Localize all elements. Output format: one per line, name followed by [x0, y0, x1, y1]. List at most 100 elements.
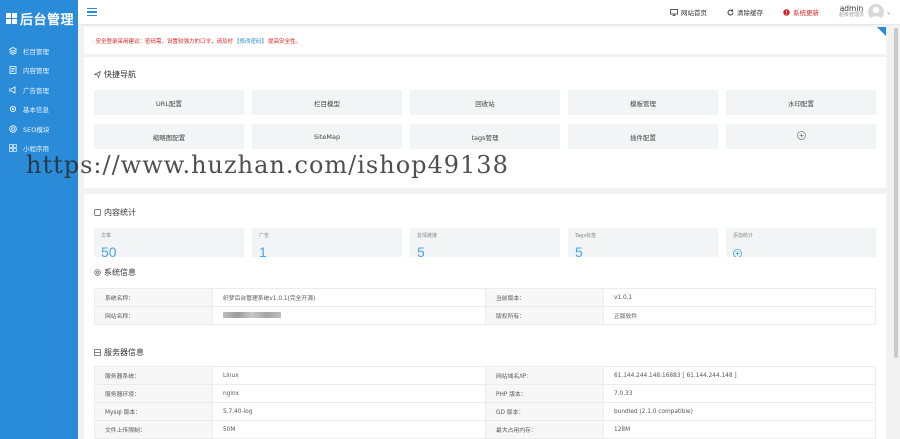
- grid-icon: [8, 144, 17, 153]
- user-role: 超级管理员: [838, 12, 864, 19]
- user-info: admin 超级管理员: [838, 4, 864, 19]
- megaphone-icon: [8, 85, 17, 94]
- info-value: 50M: [212, 420, 486, 439]
- sidebar-item-label: 内容管理: [23, 67, 49, 76]
- info-value: bundled (2.1.0 compatible): [603, 402, 876, 421]
- info-value: nginx: [212, 384, 486, 403]
- quick-nav-title: 快捷导航: [94, 69, 136, 80]
- server-icon: [94, 349, 101, 356]
- info-key: 服务器系统：: [94, 366, 213, 385]
- table-row: 系统名称： 织梦后台管理系统v1.0.1(完全开源) 当前版本： v1.0.1: [94, 288, 876, 307]
- system-info-title: 系统信息: [94, 267, 136, 278]
- table-row: 文件上传限制： 50M 最大占用内存： 128M: [94, 420, 876, 439]
- info-value: 织梦后台管理系统v1.0.1(完全开源): [212, 288, 486, 307]
- change-password-link[interactable]: 【修改密码】: [234, 37, 267, 45]
- quick-nav-add-button[interactable]: [726, 124, 876, 149]
- clear-cache-label: 清除缓存: [736, 9, 763, 17]
- notice-text: · 安全登录采用建议：密码需，设置较强力的口令，请及时: [92, 38, 233, 45]
- sidebar-item-column[interactable]: 栏目管理: [0, 41, 78, 61]
- sidebar-nav: 栏目管理 内容管理 广告管理 基本信息 SEO模块 小程序用: [0, 41, 78, 158]
- server-info-table: 服务器系统： Linux 网站域名/IP： 61.144.244.148:168…: [94, 366, 876, 439]
- system-update-link[interactable]: 系统更新: [783, 7, 819, 17]
- settings-icon: [94, 269, 101, 276]
- gear-icon: [8, 105, 17, 114]
- quick-nav-thumbnail-config[interactable]: 缩略图配置: [94, 124, 244, 149]
- site-home-label: 网站首页: [680, 9, 707, 17]
- table-row: 服务器系统： Linux 网站域名/IP： 61.144.244.148:168…: [94, 366, 876, 385]
- notice-text-end: 提高安全性。: [268, 38, 302, 45]
- logo-icon: [6, 12, 17, 24]
- info-value: v1.0.1: [603, 288, 876, 307]
- chevron-down-icon: ⌄: [885, 8, 891, 16]
- document-icon: [8, 66, 17, 75]
- quick-nav-sitemap[interactable]: SiteMap: [252, 124, 402, 149]
- server-info-title: 服务器信息: [94, 347, 144, 358]
- monitor-icon: [670, 8, 678, 16]
- table-row: Mysql 版本： 5.7.40-log GD 版本： bundled (2.1…: [94, 402, 876, 421]
- quick-nav-grid: URL配置 栏目模型 回收站 模板管理 水印配置 缩略图配置 SiteMap t…: [94, 90, 876, 149]
- quick-nav-template-manage[interactable]: 模板管理: [568, 90, 718, 115]
- watermark-text: https://www.huzhan.com/ishop49138: [26, 151, 509, 179]
- stat-label: Tags标签: [575, 233, 597, 239]
- logo[interactable]: 后台管理: [0, 0, 78, 36]
- info-key: 文件上传限制：: [94, 420, 213, 439]
- quick-nav-recycle-bin[interactable]: 回收站: [410, 90, 560, 115]
- info-value-blurred: [212, 306, 486, 325]
- system-info-panel: 系统信息 系统名称： 织梦后台管理系统v1.0.1(完全开源) 当前版本： v1…: [84, 257, 886, 439]
- vertical-scrollbar[interactable]: [894, 28, 898, 358]
- topbar-actions: 网站首页 清除缓存 系统更新 admin 超级管理员 ⌄: [670, 0, 900, 25]
- quick-nav-watermark-config[interactable]: 水印配置: [726, 90, 876, 115]
- info-value: 正版软件: [603, 306, 876, 325]
- sidebar: 后台管理 栏目管理 内容管理 广告管理 基本信息 SEO模块 小程序用: [0, 0, 78, 439]
- layers-icon: [8, 46, 17, 55]
- info-key: 系统名称：: [94, 288, 213, 307]
- stat-label: 文章: [101, 233, 112, 239]
- quick-nav-tags-manage[interactable]: tags管理: [410, 124, 560, 149]
- info-value: 7.0.33: [603, 384, 876, 403]
- user-avatar-icon: [869, 6, 882, 20]
- sidebar-item-seo[interactable]: SEO模块: [0, 119, 78, 139]
- corner-flag-icon: [877, 27, 886, 36]
- info-value: 5.7.40-log: [212, 402, 486, 421]
- info-key: GD 版本：: [485, 402, 604, 421]
- topbar: 网站首页 清除缓存 系统更新 admin 超级管理员 ⌄: [78, 0, 900, 25]
- user-menu[interactable]: admin 超级管理员 ⌄: [839, 4, 891, 20]
- chart-box-icon: [94, 209, 101, 216]
- info-key: PHP 版本：: [485, 384, 604, 403]
- system-update-label: 系统更新: [792, 9, 819, 17]
- table-row: 网站名称： 版权所有： 正版软件: [94, 306, 876, 325]
- info-key: 网站域名/IP：: [485, 366, 604, 385]
- add-circle-icon: [796, 131, 806, 142]
- stat-label: 广告: [259, 233, 270, 239]
- stat-label: 友情链接: [417, 233, 438, 239]
- sidebar-item-label: 基本信息: [23, 106, 49, 115]
- stats-title-text: 内容统计: [104, 208, 136, 217]
- logo-text: 后台管理: [20, 12, 75, 28]
- info-key: 网站名称：: [94, 306, 213, 325]
- refresh-icon: [727, 8, 734, 16]
- menu-toggle-icon[interactable]: [87, 7, 97, 17]
- sidebar-item-content[interactable]: 内容管理: [0, 61, 78, 81]
- sidebar-item-ads[interactable]: 广告管理: [0, 80, 78, 100]
- quick-nav-column-model[interactable]: 栏目模型: [252, 90, 402, 115]
- sidebar-item-label: SEO模块: [23, 125, 50, 134]
- quick-nav-url-config[interactable]: URL配置: [94, 90, 244, 115]
- info-value: 61.144.244.148:16883 [ 61.144.244.148 ]: [603, 366, 876, 385]
- send-icon: [94, 71, 101, 78]
- info-key: 最大占用内存：: [485, 420, 604, 439]
- avatar[interactable]: [867, 4, 884, 20]
- system-info-table: 系统名称： 织梦后台管理系统v1.0.1(完全开源) 当前版本： v1.0.1 …: [94, 288, 876, 325]
- server-info-title-text: 服务器信息: [104, 348, 144, 357]
- blurred-site-name: [223, 312, 281, 319]
- info-key: Mysql 版本：: [94, 402, 213, 421]
- table-row: 服务器环境： nginx PHP 版本： 7.0.33: [94, 384, 876, 403]
- quick-nav-plugin-config[interactable]: 插件配置: [568, 124, 718, 149]
- sidebar-item-basic-info[interactable]: 基本信息: [0, 100, 78, 120]
- alert-icon: [783, 8, 790, 16]
- info-value: 128M: [603, 420, 876, 439]
- security-notice: · 安全登录采用建议：密码需，设置较强力的口令，请及时 【修改密码】 提高安全性…: [84, 27, 886, 54]
- stats-title: 内容统计: [94, 207, 136, 218]
- clear-cache-link[interactable]: 清除缓存: [727, 7, 763, 17]
- site-home-link[interactable]: 网站首页: [670, 7, 707, 17]
- info-key: 版权所有：: [485, 306, 604, 325]
